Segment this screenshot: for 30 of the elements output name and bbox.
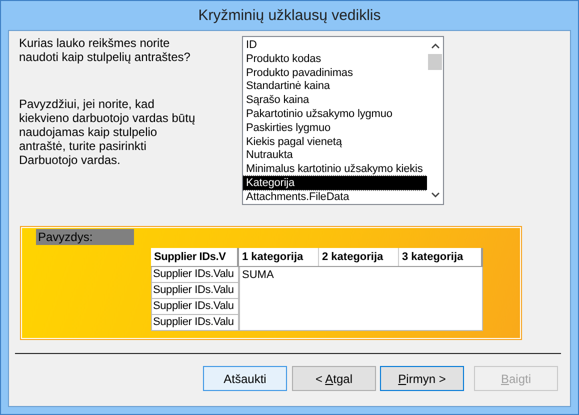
window-title: Kryžminių užklausų vediklis: [198, 7, 381, 24]
field-list-item[interactable]: Paskirties lygmuo: [243, 120, 427, 135]
column-header: 1 kategorija: [239, 248, 319, 266]
field-listbox[interactable]: [242, 36, 444, 205]
field-list-item[interactable]: Nutraukta: [243, 148, 427, 162]
field-list-item[interactable]: Kategorija: [243, 176, 427, 190]
scroll-up-icon[interactable]: [430, 43, 440, 49]
row-header-cell: Supplier IDs.Valu: [151, 299, 239, 315]
hint-text: Pavyzdžiui, jei norite, kad kiekvieno darbuotojo vardas būtų naudojamas kaip stulpelio antraštė, turite pasirinkti Darbuotojo vardas.: [19, 97, 196, 167]
field-list-item[interactable]: Minimalus kartotinio užsakymo kiekis: [243, 162, 427, 176]
wizard-button[interactable]: Atšaukti: [203, 366, 287, 391]
field-list-item[interactable]: Standartinė kaina: [243, 79, 427, 94]
wizard-button[interactable]: < Atgal: [292, 366, 376, 391]
wizard-button[interactable]: Pirmyn >: [380, 366, 464, 391]
column-header: 2 kategorija: [319, 248, 399, 266]
field-list-item[interactable]: ID: [243, 38, 427, 52]
value-cell-text: SUMA: [241, 268, 274, 283]
row-header-cell: Supplier IDs.Valu: [151, 315, 239, 331]
scrollbar-thumb[interactable]: [428, 54, 442, 70]
field-list-item[interactable]: Pakartotinio užsakymo lygmuo: [243, 106, 427, 121]
prompt-text: Kurias lauko reikšmes norite naudoti kaip stulpelių antraštes?: [19, 36, 192, 64]
field-list-item[interactable]: Attachments.FileData: [243, 190, 427, 204]
row-header-cell: Supplier IDs.Valu: [151, 283, 239, 299]
field-list-item[interactable]: Sąrašo kaina: [243, 93, 427, 107]
scroll-down-icon[interactable]: [430, 192, 440, 198]
row-header-cell: Supplier IDs.Valu: [151, 267, 239, 283]
field-list-item[interactable]: Produkto kodas: [243, 52, 427, 66]
field-list-item[interactable]: Kiekis pagal vienetą: [243, 134, 427, 148]
sample-label: Pavyzdys:: [36, 229, 134, 245]
field-list-item[interactable]: Produkto pavadinimas: [243, 66, 427, 80]
